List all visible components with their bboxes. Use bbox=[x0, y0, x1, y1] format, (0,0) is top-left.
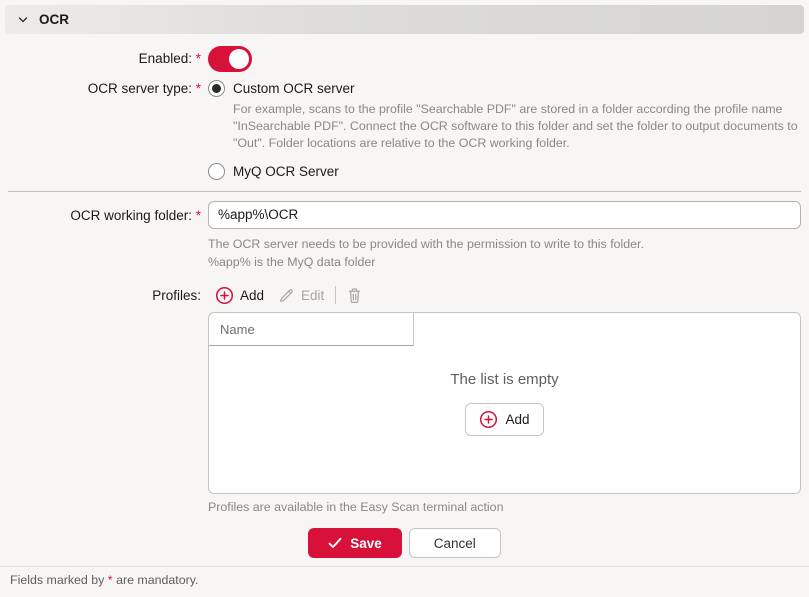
table-column-header-name[interactable]: Name bbox=[209, 313, 414, 346]
pencil-icon bbox=[278, 287, 295, 304]
form-actions: Save Cancel bbox=[5, 528, 804, 558]
required-asterisk: * bbox=[196, 208, 201, 223]
profiles-row: Profiles: Add Edit bbox=[5, 283, 804, 514]
working-folder-row: OCR working folder: * The OCR server nee… bbox=[5, 201, 804, 271]
radio-unselected-icon bbox=[208, 163, 225, 180]
radio-myq-ocr-server[interactable]: MyQ OCR Server bbox=[208, 162, 804, 182]
ocr-settings-panel: OCR Enabled: * OCR server type: * Custom… bbox=[0, 0, 809, 558]
server-type-label: OCR server type: * bbox=[5, 78, 208, 182]
radio-custom-ocr-server[interactable]: Custom OCR server bbox=[208, 78, 804, 98]
profiles-table: Name The list is empty Add bbox=[208, 312, 801, 494]
required-asterisk: * bbox=[196, 81, 201, 96]
empty-list-message: The list is empty bbox=[209, 371, 800, 388]
section-header-ocr[interactable]: OCR bbox=[5, 5, 804, 34]
toggle-knob bbox=[229, 49, 249, 69]
table-empty-state: The list is empty Add bbox=[209, 371, 800, 436]
cancel-button[interactable]: Cancel bbox=[409, 528, 501, 558]
save-button[interactable]: Save bbox=[308, 528, 402, 558]
custom-ocr-description: For example, scans to the profile "Searc… bbox=[233, 101, 800, 152]
radio-myq-label: MyQ OCR Server bbox=[233, 164, 339, 179]
server-type-row: OCR server type: * Custom OCR server For… bbox=[5, 78, 804, 182]
profiles-delete-button[interactable] bbox=[340, 285, 369, 306]
enabled-row: Enabled: * bbox=[5, 45, 804, 73]
profiles-help: Profiles are available in the Easy Scan … bbox=[208, 500, 804, 514]
mandatory-fields-note: Fields marked by * are mandatory. bbox=[0, 566, 809, 592]
toolbar-separator bbox=[335, 286, 336, 304]
chevron-down-icon bbox=[17, 14, 29, 26]
enabled-toggle[interactable] bbox=[208, 46, 252, 72]
working-folder-help-appvar: %app% is the MyQ data folder bbox=[208, 254, 804, 271]
profiles-edit-button[interactable]: Edit bbox=[271, 285, 331, 306]
working-folder-label: OCR working folder: * bbox=[5, 201, 208, 271]
radio-selected-icon bbox=[208, 80, 225, 97]
section-title: OCR bbox=[39, 12, 69, 27]
ocr-working-folder-input[interactable] bbox=[208, 201, 801, 229]
enabled-label: Enabled: * bbox=[5, 50, 208, 68]
empty-add-button[interactable]: Add bbox=[465, 403, 543, 436]
plus-circle-icon bbox=[215, 286, 234, 305]
profiles-toolbar: Add Edit bbox=[208, 283, 804, 307]
profiles-label: Profiles: bbox=[5, 283, 208, 514]
profiles-add-button[interactable]: Add bbox=[208, 284, 271, 307]
working-folder-help-permission: The OCR server needs to be provided with… bbox=[208, 236, 804, 253]
radio-custom-label: Custom OCR server bbox=[233, 81, 355, 96]
required-asterisk: * bbox=[196, 51, 201, 66]
check-icon bbox=[328, 537, 342, 549]
plus-circle-icon bbox=[479, 410, 498, 429]
section-divider bbox=[8, 191, 801, 192]
trash-icon bbox=[347, 287, 362, 304]
